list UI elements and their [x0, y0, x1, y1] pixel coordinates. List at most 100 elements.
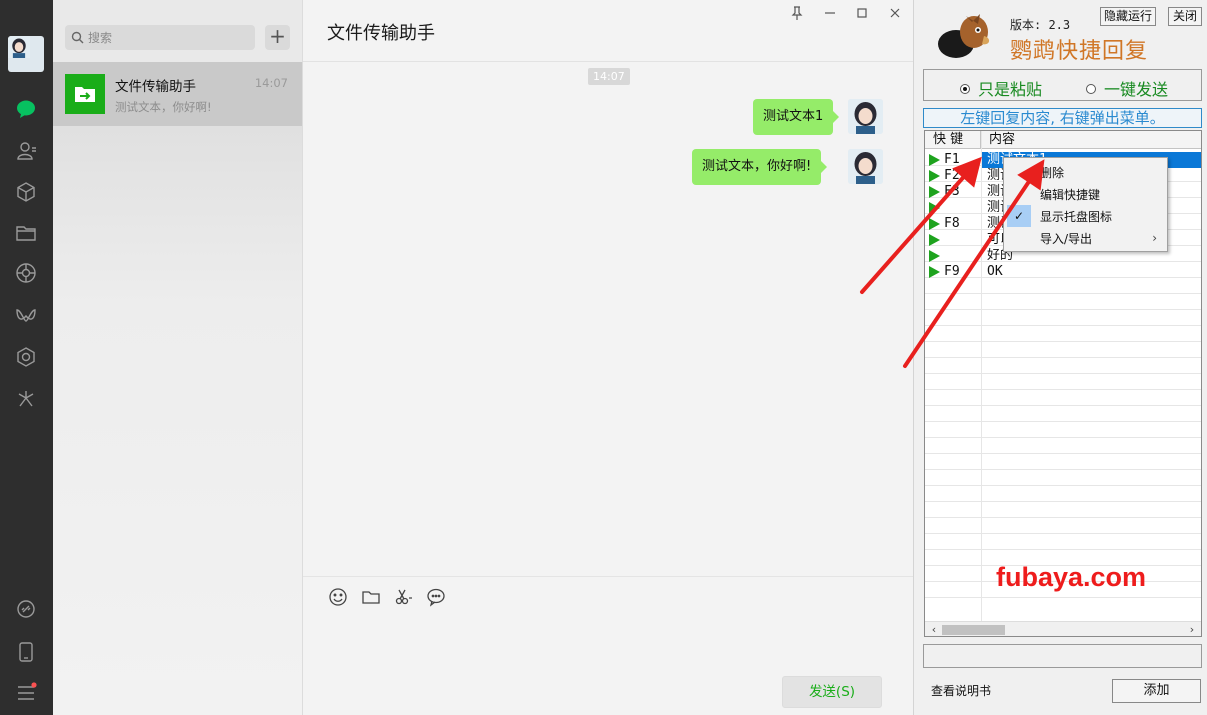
grid-line — [925, 453, 1201, 454]
message-bubble[interactable]: 测试文本1 — [753, 99, 840, 135]
chat-list-panel: 搜索 + 文件传输助手 14:07 测试文本，你好啊! — [53, 0, 303, 715]
shortcut-key: F2 — [944, 168, 960, 183]
radio-paste-label: 只是粘贴 — [978, 80, 1043, 99]
shortcut-key: F1 — [944, 152, 960, 167]
chat-history-icon[interactable] — [426, 587, 446, 607]
grid-line — [925, 517, 1201, 518]
chat-list-item[interactable]: 文件传输助手 14:07 测试文本，你好啊! — [53, 62, 302, 126]
app-sidebar — [0, 0, 53, 715]
quick-reply-window: 版本: 2.3 鹦鹉快捷回复 隐藏运行 关闭 只是粘贴 一键发送 左键回复内容,… — [913, 0, 1207, 715]
grid-line — [925, 485, 1201, 486]
emoji-icon[interactable] — [328, 587, 348, 607]
time-divider: 14:07 — [588, 68, 630, 85]
radio-unchecked-icon — [1086, 84, 1096, 94]
column-header-content[interactable]: 内容 — [981, 131, 1201, 149]
minimize-icon[interactable] — [822, 5, 838, 21]
menu-icon[interactable] — [15, 682, 37, 704]
files-icon[interactable] — [15, 222, 37, 244]
link-icon[interactable] — [15, 598, 37, 620]
sender-avatar[interactable] — [848, 99, 883, 134]
chat-window: 文件传输助手 14:07 测试文本1 测试文本，你好啊! 发送(S) — [303, 0, 913, 715]
shortcut-key: F8 — [944, 216, 960, 231]
status-bar — [923, 644, 1202, 668]
play-arrow-icon — [929, 250, 940, 262]
play-arrow-icon — [929, 202, 940, 214]
maximize-icon[interactable] — [854, 5, 870, 21]
search-ai-icon[interactable] — [15, 346, 37, 368]
play-arrow-icon — [929, 266, 940, 278]
message-bubble[interactable]: 测试文本，你好啊! — [692, 149, 828, 185]
sender-avatar[interactable] — [848, 149, 883, 184]
grid-line — [925, 309, 1201, 310]
shortcut-content: OK — [987, 264, 1003, 279]
watermark-text: fubaya.com — [996, 562, 1147, 592]
usage-hint: 左键回复内容, 右键弹出菜单。 — [923, 108, 1202, 128]
add-chat-button[interactable]: + — [265, 25, 290, 50]
grid-line — [925, 293, 1201, 294]
radio-paste-only[interactable]: 只是粘贴 — [960, 76, 1042, 100]
play-arrow-icon — [929, 154, 940, 166]
message-input-area[interactable]: 发送(S) — [303, 576, 913, 715]
chat-time: 14:07 — [254, 76, 288, 90]
mode-group: 只是粘贴 一键发送 — [923, 69, 1202, 101]
search-box[interactable]: 搜索 — [65, 25, 255, 50]
version-label: 版本: 2.3 — [1010, 18, 1071, 32]
app-name: 鹦鹉快捷回复 — [1010, 39, 1149, 64]
shortcut-key: F3 — [944, 184, 960, 199]
radio-checked-icon — [960, 84, 970, 94]
horizontal-scrollbar[interactable]: ‹ › — [925, 621, 1201, 636]
radio-send-label: 一键发送 — [1104, 80, 1169, 99]
chat-title: 文件传输助手 — [327, 23, 435, 44]
grid-line — [925, 405, 1201, 406]
grid-line — [925, 437, 1201, 438]
header-divider — [303, 61, 913, 62]
grid-line — [925, 597, 1201, 598]
moments-icon[interactable] — [15, 262, 37, 284]
menu-item-show-tray-icon[interactable]: 显示托盘图标 — [1040, 208, 1112, 225]
chat-icon[interactable] — [15, 98, 37, 120]
parrot-logo-icon — [936, 10, 992, 60]
menu-item-delete[interactable]: 删除 — [1040, 164, 1064, 181]
scroll-thumb[interactable] — [942, 625, 1005, 635]
user-avatar[interactable] — [8, 36, 44, 72]
grid-line — [925, 549, 1201, 550]
shortcut-key: F9 — [944, 264, 960, 279]
channels-icon[interactable] — [15, 305, 37, 327]
grid-line — [925, 501, 1201, 502]
grid-line — [925, 373, 1201, 374]
menu-item-import-export[interactable]: 导入/导出 — [1040, 230, 1092, 247]
shortcut-row[interactable]: F9 OK — [925, 264, 1201, 280]
grid-line — [925, 533, 1201, 534]
chat-list-empty-area — [53, 126, 302, 715]
column-header-key[interactable]: 快 键 — [925, 131, 981, 149]
view-manual-link[interactable]: 查看说明书 — [931, 682, 991, 699]
chat-preview: 测试文本，你好啊! — [115, 100, 212, 114]
pin-icon[interactable] — [789, 5, 805, 21]
scroll-left-icon[interactable]: ‹ — [927, 622, 941, 636]
scroll-right-icon[interactable]: › — [1185, 622, 1199, 636]
radio-one-click-send[interactable]: 一键发送 — [1086, 76, 1168, 100]
mini-programs-icon[interactable] — [15, 388, 37, 410]
menu-item-edit-shortcut[interactable]: 编辑快捷键 — [1040, 186, 1100, 203]
phone-icon[interactable] — [15, 641, 37, 663]
grid-line — [925, 421, 1201, 422]
search-icon — [71, 31, 84, 44]
grid-line — [925, 469, 1201, 470]
send-button[interactable]: 发送(S) — [782, 676, 882, 708]
favorites-icon[interactable] — [15, 181, 37, 203]
hide-run-button[interactable]: 隐藏运行 — [1100, 7, 1156, 26]
grid-line — [925, 325, 1201, 326]
chat-name: 文件传输助手 — [115, 79, 196, 95]
file-transfer-avatar — [65, 74, 105, 114]
screenshot-icon[interactable] — [393, 587, 413, 607]
add-button[interactable]: 添加 — [1112, 679, 1201, 703]
submenu-arrow-icon: › — [1152, 231, 1157, 245]
close-app-button[interactable]: 关闭 — [1168, 7, 1202, 26]
folder-icon[interactable] — [361, 587, 381, 607]
close-icon[interactable] — [887, 5, 903, 21]
grid-line — [925, 341, 1201, 342]
contacts-icon[interactable] — [15, 140, 37, 162]
grid-line — [925, 389, 1201, 390]
play-arrow-icon — [929, 234, 940, 246]
context-menu: 删除 编辑快捷键 ✓ 显示托盘图标 导入/导出 › — [1003, 157, 1168, 252]
